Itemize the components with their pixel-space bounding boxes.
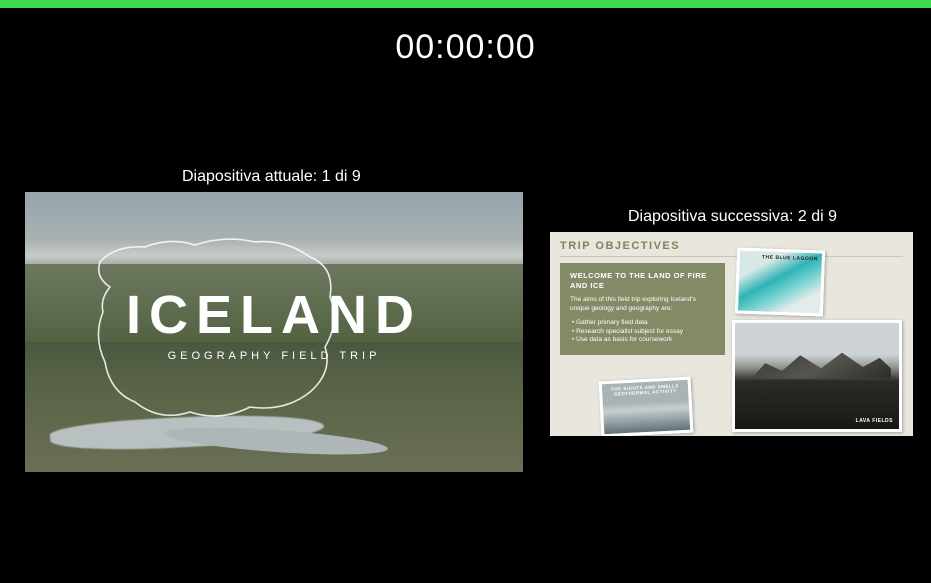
slide2-photo-lagoon: THE BLUE LAGOON	[735, 247, 825, 316]
slide2-body: WELCOME TO THE LAND OF FIRE AND ICE The …	[560, 263, 903, 433]
slide2-bullet: • Use data as basis for coursework	[572, 336, 715, 345]
next-slide-preview[interactable]: TRIP OBJECTIVES WELCOME TO THE LAND OF F…	[550, 232, 913, 436]
slide2-heading: TRIP OBJECTIVES	[560, 240, 903, 257]
presenter-timer: 00:00:00	[395, 28, 535, 67]
mountain-silhouette-icon	[751, 353, 890, 379]
slide2-panel-heading: WELCOME TO THE LAND OF FIRE AND ICE	[570, 271, 715, 291]
current-slide-preview[interactable]: ICELAND GEOGRAPHY FIELD TRIP	[25, 192, 523, 472]
photo-caption: THE BLUE LAGOON	[762, 254, 818, 262]
slide2-text-panel: WELCOME TO THE LAND OF FIRE AND ICE The …	[560, 263, 725, 355]
slide1-subtitle: GEOGRAPHY FIELD TRIP	[25, 350, 523, 362]
progress-bar	[0, 0, 931, 8]
slide2-bullet: • Gather primary field data	[572, 319, 715, 328]
current-slide-label: Diapositiva attuale: 1 di 9	[182, 168, 361, 186]
photo-caption: LAVA FIELDS	[856, 418, 893, 424]
slide2-bullet: • Research specialist subject for essay	[572, 328, 715, 337]
slide2-photo-geothermal: THE SIGHTS AND SMELLS GEOTHERMAL ACTIVIT…	[599, 377, 694, 436]
photo-caption: THE SIGHTS AND SMELLS GEOTHERMAL ACTIVIT…	[602, 383, 688, 397]
slide1-title: ICELAND	[25, 284, 523, 346]
slide2-panel-intro: The aims of this field trip exploring Ic…	[570, 296, 715, 314]
next-slide-label: Diapositiva successiva: 2 di 9	[628, 208, 837, 226]
slide2-photo-lava-fields: LAVA FIELDS	[732, 320, 902, 432]
